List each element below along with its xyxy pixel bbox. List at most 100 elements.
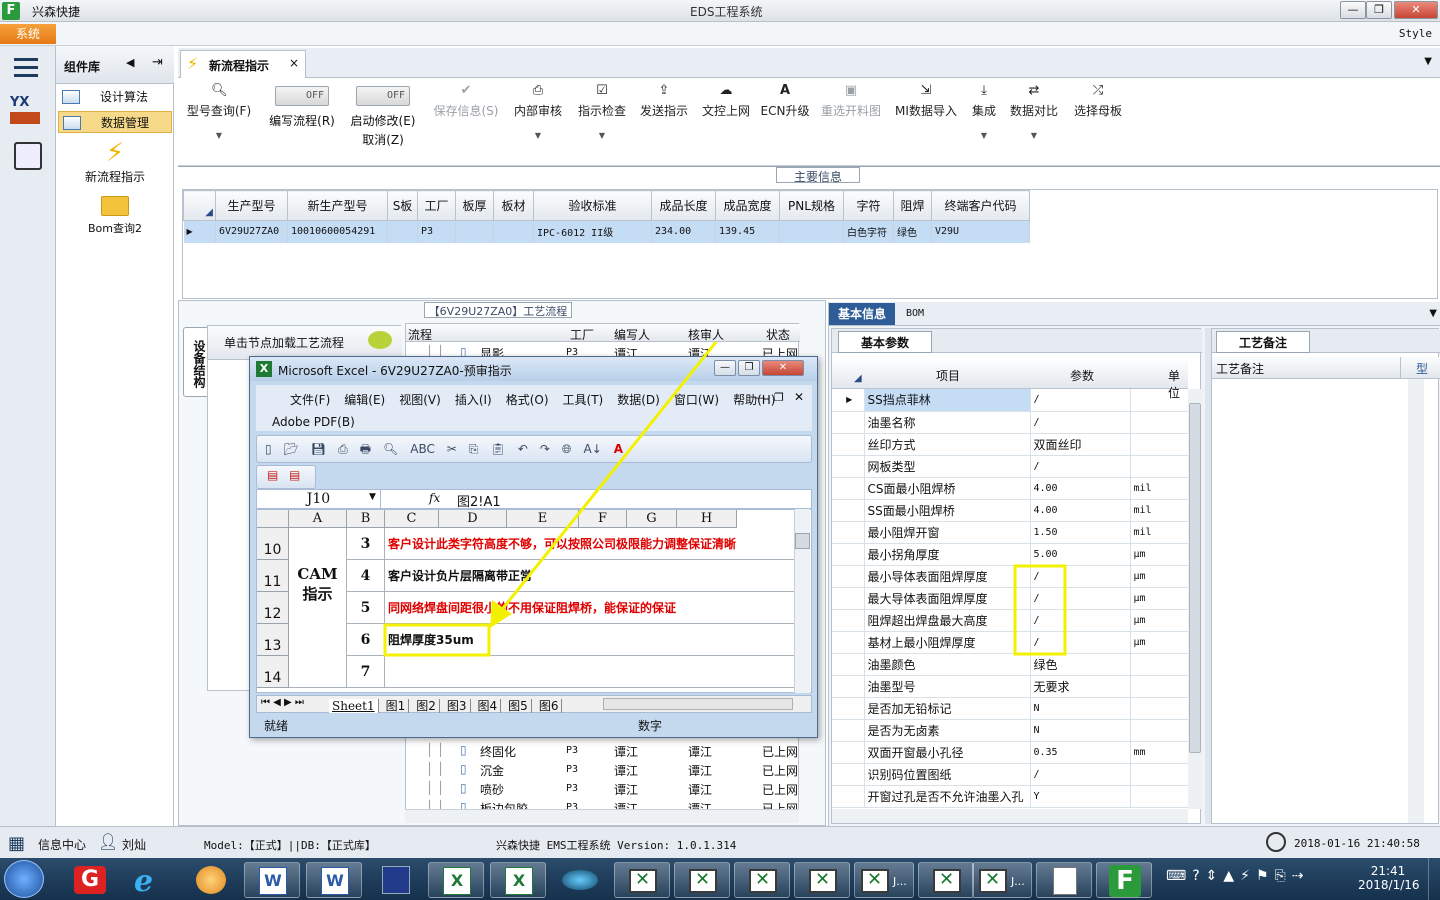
mi-import-button[interactable]: ⇲ MI数据导入 [892, 84, 960, 119]
param-value[interactable]: / [1030, 631, 1131, 654]
yx-module-icon[interactable]: YX [10, 96, 44, 126]
row-header[interactable]: 14 [257, 656, 289, 688]
excel-horizontal-scrollbar[interactable] [603, 698, 793, 710]
taskbar-word-2[interactable]: W [306, 862, 362, 898]
excel-toolbar-icon[interactable]: 💾︎ [311, 442, 326, 456]
table-row[interactable]: 是否加无铅标记 N [832, 697, 1188, 720]
table-cell[interactable] [455, 220, 494, 243]
system-button[interactable]: 系统 [0, 24, 56, 44]
send-indicator-button[interactable]: ⇪ 发送指示 [636, 84, 692, 119]
table-cell[interactable]: IPC-6012 II级 [533, 220, 652, 243]
taskbar-app-red[interactable]: G [62, 862, 118, 898]
component-item-data-management[interactable]: 数据管理 [58, 111, 172, 133]
shortcut-bom-query[interactable]: Bom查询2 [56, 196, 174, 242]
integrate-button[interactable]: ⤓ 集成 ▼ [966, 84, 1002, 141]
select-motherboard-button[interactable]: ⤮ 选择母板 [1070, 84, 1126, 119]
taskbar-ie[interactable]: e [122, 862, 178, 899]
params-vertical-scrollbar[interactable] [1188, 389, 1202, 809]
table-row[interactable]: 油墨型号 无要求 [832, 675, 1188, 698]
dropdown-arrow-icon[interactable]: ▼ [510, 131, 566, 140]
col-header[interactable]: 生产型号 [215, 190, 288, 221]
windows-grid-icon[interactable]: ▦ [8, 833, 25, 854]
minimize-button[interactable]: — [1340, 1, 1366, 19]
instruction-cell[interactable] [385, 656, 795, 688]
excel-vertical-scrollbar[interactable] [794, 509, 810, 693]
col-header[interactable]: 板厚 [455, 190, 494, 221]
param-value[interactable]: / [1030, 455, 1131, 478]
shortcut-new-process[interactable]: ⚡ 新流程指示 [56, 138, 174, 188]
calculator-module-icon[interactable] [14, 142, 42, 170]
instruction-cell[interactable]: 阻焊厚度35um [385, 624, 795, 656]
col-header[interactable]: 阻焊 [893, 190, 932, 221]
column-header[interactable]: B [347, 510, 385, 528]
column-header[interactable]: F [579, 510, 627, 528]
taskbar-app-x4[interactable] [794, 862, 850, 898]
param-value[interactable]: / [1030, 565, 1131, 588]
collapse-left-icon[interactable]: ◀ [126, 56, 134, 69]
tab-close-icon[interactable]: × [289, 56, 299, 70]
instruction-cell[interactable]: 客户设计负片层隔离带正常 [385, 560, 795, 592]
taskbar-app-x2[interactable] [674, 862, 730, 898]
item-number-cell[interactable]: 4 [347, 560, 385, 592]
excel-toolbar-icon[interactable]: ↶ [518, 442, 528, 456]
taskbar-eye-app[interactable] [552, 862, 608, 898]
show-desktop-button[interactable] [1428, 858, 1440, 900]
excel-toolbar-icon[interactable]: 🌐︎ [562, 442, 572, 456]
col-header[interactable]: 板材 [493, 190, 534, 221]
taskbar-word-1[interactable]: W [244, 862, 300, 898]
row-header[interactable]: 10 [257, 528, 289, 560]
remark-scrollbar[interactable] [1408, 379, 1424, 823]
taskbar-app-x6[interactable] [918, 862, 974, 898]
close-button[interactable]: ✕ [1394, 1, 1438, 19]
start-button[interactable] [4, 860, 44, 898]
excel-doc-close[interactable]: ✕ [794, 390, 804, 404]
table-cell[interactable] [493, 220, 534, 243]
table-row[interactable]: ▶ SS挡点菲林 / [832, 389, 1188, 412]
data-compare-button[interactable]: ⇄ 数据对比 ▼ [1008, 84, 1060, 141]
params-grid-body[interactable]: ▶ SS挡点菲林 / 油墨名称 / 丝印方式 双面丝印 网板类型 / CS面最小阻焊桥 4.00 mi… [832, 389, 1188, 809]
table-row[interactable]: 最小导体表面阻焊厚度 / μm [832, 565, 1188, 588]
dropdown-arrow-icon[interactable]: ▼ [1008, 131, 1060, 140]
enable-modify-toggle[interactable]: OFF 启动修改(E) 取消(Z) [344, 86, 422, 148]
select-all-corner[interactable] [257, 510, 289, 528]
table-row[interactable]: 最大导体表面阻焊厚度 / μm [832, 587, 1188, 610]
table-row[interactable]: 丝印方式 双面丝印 [832, 433, 1188, 456]
param-value[interactable]: / [1030, 389, 1131, 412]
flow-horizontal-scrollbar[interactable] [405, 809, 799, 823]
tab-process-remark[interactable]: 工艺备注 [1216, 331, 1310, 353]
excel-toolbar-icon[interactable]: 📂︎ [284, 442, 299, 456]
table-row[interactable]: SS面最小阻焊桥 4.00 mil [832, 499, 1188, 522]
param-value[interactable]: 绿色 [1030, 653, 1131, 676]
table-row[interactable]: 最小拐角厚度 5.00 μm [832, 543, 1188, 566]
instruction-cell[interactable]: 同网络焊盘间距很小的不用保证阻焊桥，能保证的保证 [385, 592, 795, 624]
param-value[interactable]: / [1030, 763, 1131, 786]
column-header[interactable]: H [677, 510, 737, 528]
table-row[interactable]: 阻焊超出焊盘最大高度 / μm [832, 609, 1188, 632]
dropdown-arrow-icon[interactable]: ▼ [184, 131, 254, 140]
col-header[interactable]: 验收标准 [533, 190, 652, 221]
param-value[interactable]: Y [1030, 785, 1131, 808]
param-value[interactable]: / [1030, 609, 1131, 632]
ecn-upgrade-button[interactable]: A ECN升级 [760, 84, 810, 119]
table-cell[interactable]: 234.00 [651, 220, 716, 243]
excel-menu-item[interactable]: 格式(O) [506, 393, 549, 407]
save-info-button[interactable]: ✔ 保存信息(S) [430, 84, 502, 119]
col-header[interactable]: PNL规格 [779, 190, 844, 221]
sheet-tab[interactable]: 图4 [474, 699, 502, 713]
model-query-button[interactable]: 🔍︎ 型号查询(F) ▼ [184, 84, 254, 141]
item-number-cell[interactable]: 5 [347, 592, 385, 624]
item-number-cell[interactable]: 7 [347, 656, 385, 688]
excel-menu-item[interactable]: 视图(V) [399, 393, 441, 407]
toggle-switch[interactable]: OFF [275, 86, 329, 106]
sheet-tab[interactable]: 图2 [413, 699, 440, 713]
table-row[interactable]: 网板类型 / [832, 455, 1188, 478]
list-item[interactable]: │ │ ▯ 沉金 P3 谭江 谭江 已上网 [406, 761, 800, 780]
col-header[interactable]: 终端客户代码 [931, 190, 1030, 221]
excel-toolbar-icon[interactable]: ABC [410, 442, 435, 456]
sheet-tab[interactable]: 图1 [382, 699, 410, 713]
sheet-tab[interactable]: 图5 [505, 699, 532, 713]
table-cell[interactable]: 6V29U27ZA0 [215, 220, 288, 243]
params-horizontal-scrollbar[interactable] [832, 809, 1188, 823]
taskbar-clock[interactable]: 21:41 2018/1/16 [1358, 864, 1420, 892]
hamburger-menu-icon[interactable] [14, 58, 38, 77]
